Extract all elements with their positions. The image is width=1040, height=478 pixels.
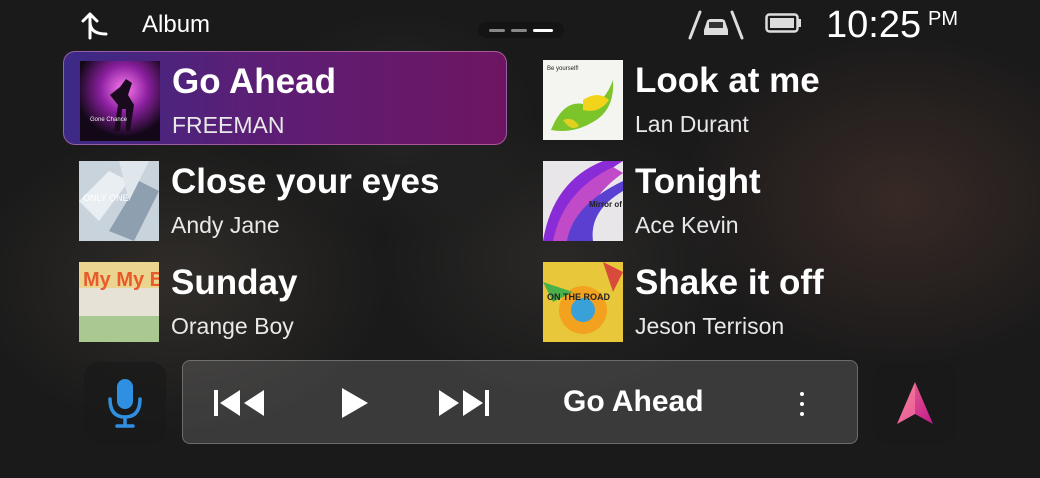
album-art-text: ON THE ROAD <box>547 292 611 302</box>
back-button[interactable] <box>80 8 114 42</box>
next-track-button[interactable] <box>435 383 493 423</box>
song-title: Sunday <box>171 263 298 302</box>
album-art-text: My My Block <box>83 269 159 291</box>
page-indicator <box>478 22 564 38</box>
navigation-arrow-icon <box>897 382 933 424</box>
more-dot <box>800 402 804 406</box>
song-artist: FREEMAN <box>172 112 285 138</box>
album-art-text: Mirror of Way <box>589 200 623 209</box>
now-playing-title[interactable]: Go Ahead <box>563 385 704 419</box>
album-art-text: Gone Chance <box>90 117 128 123</box>
album-art: ONLY ONE <box>79 161 159 241</box>
microphone-icon <box>108 379 142 428</box>
album-art: My My Block <box>79 262 159 342</box>
album-art: ON THE ROAD <box>543 262 623 342</box>
song-title: Go Ahead <box>172 62 336 101</box>
song-title: Shake it off <box>635 263 824 302</box>
skip-next-icon <box>439 390 489 416</box>
skip-previous-icon <box>214 390 264 416</box>
play-button[interactable] <box>333 383 377 423</box>
more-dot <box>800 412 804 416</box>
song-item-close-your-eyes[interactable]: ONLY ONE Close your eyes Andy Jane <box>63 152 507 246</box>
song-title: Look at me <box>635 61 820 100</box>
album-art: Mirror of Way <box>543 161 623 241</box>
page-dot <box>511 28 527 32</box>
song-item-go-ahead[interactable]: Gone Chance Go Ahead FREEMAN <box>63 51 507 145</box>
song-title: Close your eyes <box>171 162 440 201</box>
battery-icon <box>765 12 803 34</box>
car-icon <box>688 8 744 40</box>
album-art-text: ONLY ONE <box>83 193 129 203</box>
previous-track-button[interactable] <box>211 383 267 423</box>
more-options-button[interactable] <box>787 387 817 421</box>
album-art: Gone Chance <box>80 61 160 141</box>
song-artist: Ace Kevin <box>635 212 739 238</box>
song-artist: Jeson Terrison <box>635 313 785 339</box>
song-item-look-at-me[interactable]: Be yourself! Look at me Lan Durant <box>527 51 971 145</box>
voice-button[interactable] <box>84 362 166 444</box>
page-dot <box>489 28 505 32</box>
album-art: Be yourself! <box>543 60 623 140</box>
navigation-button[interactable] <box>874 362 956 444</box>
song-item-tonight[interactable]: Mirror of Way Tonight Ace Kevin <box>527 152 971 246</box>
play-icon <box>342 388 368 418</box>
song-artist: Orange Boy <box>171 313 294 339</box>
back-arrow-icon <box>81 12 108 40</box>
clock-time: 10:25 <box>826 4 922 46</box>
song-artist: Andy Jane <box>171 212 280 238</box>
album-art-text: Be yourself! <box>547 66 579 72</box>
media-player-bar: Go Ahead <box>182 360 858 444</box>
page-dot-active <box>533 28 553 32</box>
song-artist: Lan Durant <box>635 111 749 137</box>
song-item-sunday[interactable]: My My Block Sunday Orange Boy <box>63 253 507 347</box>
song-title: Tonight <box>635 162 761 201</box>
song-item-shake-it-off[interactable]: ON THE ROAD Shake it off Jeson Terrison <box>527 253 971 347</box>
page-title: Album <box>142 11 211 38</box>
clock-ampm: PM <box>928 8 958 30</box>
more-dot <box>800 392 804 396</box>
